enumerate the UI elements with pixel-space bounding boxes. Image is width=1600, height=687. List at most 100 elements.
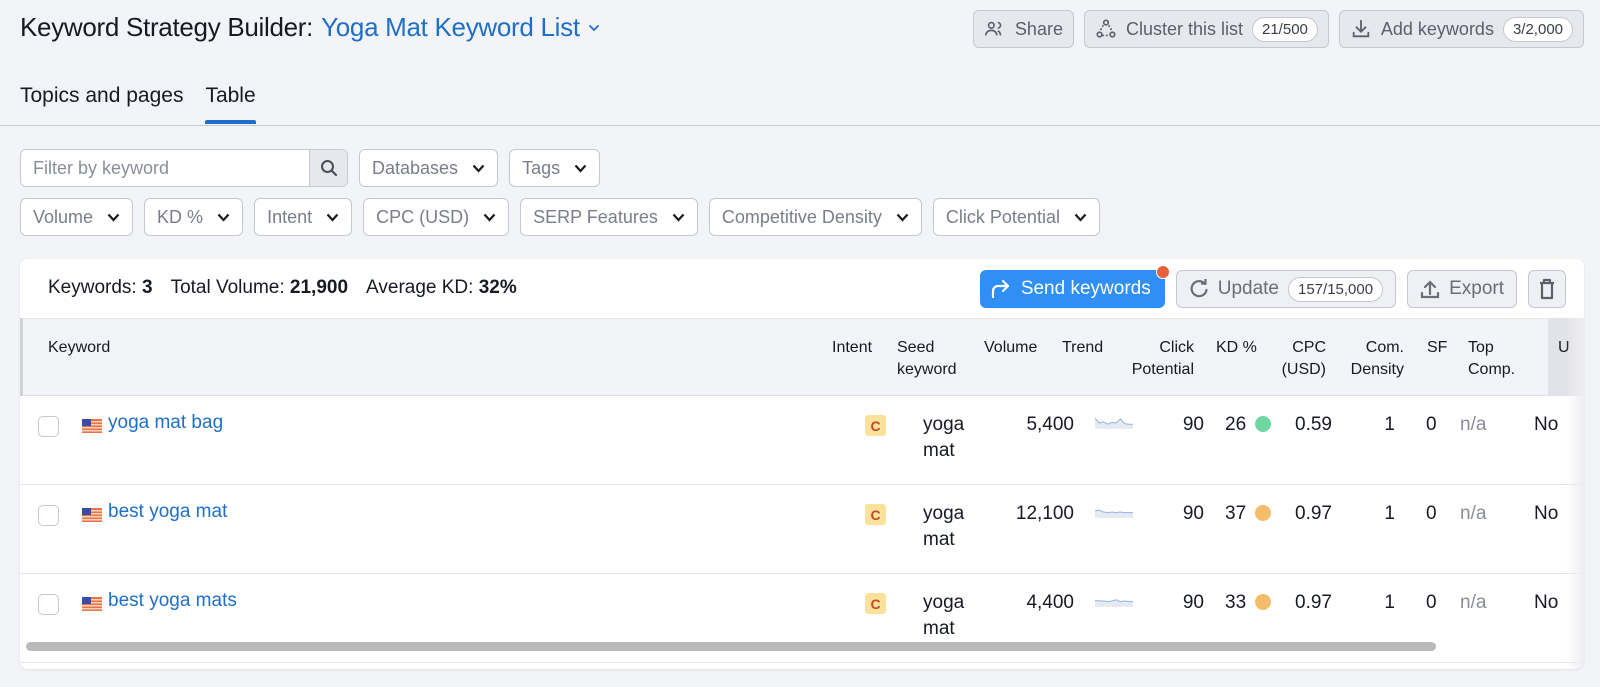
competitive-density-filter-label: Competitive Density (721, 206, 882, 227)
add-keywords-label: Add keywords (1380, 18, 1494, 39)
tags-dropdown[interactable]: Tags (509, 149, 601, 187)
chevron-down-icon[interactable] (588, 22, 600, 34)
trend-sparkline (1095, 509, 1133, 518)
filters-row-2: Volume KD % Intent CPC (USD) SERP Featur… (20, 198, 1100, 236)
click-potential-cell: 90 (1182, 592, 1204, 613)
page-title: Keyword Strategy Builder: Yoga Mat Keywo… (20, 12, 600, 43)
kd-cell: 33 (1225, 590, 1272, 616)
keyword-link[interactable]: yoga mat bag (108, 412, 223, 434)
kd-value: 37 (1225, 503, 1247, 524)
keyword-link[interactable]: best yoga mats (108, 590, 237, 612)
intent-filter-dropdown[interactable]: Intent (254, 198, 353, 236)
row-checkbox[interactable] (38, 594, 59, 615)
col-kd[interactable]: KD % (1216, 337, 1257, 359)
table-row: best yoga mat C yoga mat 12,100 90 37 0.… (20, 485, 1584, 574)
col-intent[interactable]: Intent (832, 337, 872, 359)
tags-label: Tags (522, 157, 561, 178)
kd-filter-dropdown[interactable]: KD % (144, 198, 244, 236)
cluster-icon (1096, 19, 1116, 38)
send-keywords-label: Send keywords (1020, 278, 1151, 299)
kd-value: 26 (1225, 414, 1247, 435)
average-kd-label: Average KD: (366, 277, 474, 298)
click-potential-filter-label: Click Potential (945, 206, 1060, 227)
export-label: Export (1449, 278, 1504, 299)
databases-label: Databases (372, 157, 459, 178)
com-density-cell: 1 (1384, 414, 1395, 435)
top-comp-cell: n/a (1460, 592, 1487, 613)
intent-filter-label: Intent (267, 206, 313, 227)
header-actions: Share Cluster this list 21/500 Add keywo… (972, 10, 1584, 48)
cpc-filter-dropdown[interactable]: CPC (USD) (363, 198, 510, 236)
users-icon (984, 21, 1002, 36)
list-name-dropdown[interactable]: Yoga Mat Keyword List (321, 12, 580, 43)
filter-by-keyword-input[interactable] (21, 150, 309, 186)
col-sf[interactable]: SF (1427, 337, 1447, 359)
col-top-comp[interactable]: Top Comp. (1468, 337, 1515, 381)
filters-row-1: Databases Tags (20, 149, 601, 187)
chevron-down-icon (472, 164, 485, 173)
table-actions: Send keywords Update 157/15,000 Export (979, 265, 1566, 308)
chevron-down-icon (896, 213, 909, 222)
top-comp-cell: n/a (1460, 503, 1487, 524)
serp-features-filter-dropdown[interactable]: SERP Features (520, 198, 698, 236)
select-all-checkbox-edge[interactable] (20, 318, 23, 396)
send-keywords-button[interactable]: Send keywords (979, 265, 1170, 308)
keyword-link[interactable]: best yoga mat (108, 501, 227, 523)
page-title-prefix: Keyword Strategy Builder: (20, 12, 314, 42)
row-checkbox[interactable] (38, 416, 59, 437)
update-button[interactable]: Update 157/15,000 (1175, 270, 1397, 308)
u-cell: No (1534, 503, 1559, 524)
scroll-fade (1566, 318, 1584, 669)
u-cell: No (1534, 592, 1559, 613)
share-arrow-icon (991, 279, 1009, 299)
kd-cell: 37 (1225, 501, 1272, 527)
cpc-cell: 0.97 (1295, 503, 1332, 524)
share-button[interactable]: Share (972, 10, 1074, 48)
share-label: Share (1014, 18, 1063, 39)
col-volume[interactable]: Volume (984, 337, 1037, 359)
keyword-filter (20, 149, 348, 187)
refresh-icon (1190, 279, 1208, 298)
horizontal-scrollbar[interactable] (26, 642, 1436, 651)
top-comp-cell: n/a (1460, 414, 1487, 435)
add-keywords-button[interactable]: Add keywords 3/2,000 (1338, 10, 1584, 48)
row-checkbox[interactable] (38, 505, 59, 526)
chevron-down-icon (483, 213, 496, 222)
keywords-count-value: 3 (141, 277, 153, 298)
col-com-density[interactable]: Com. Density (1340, 337, 1404, 381)
col-cpc[interactable]: CPC (USD) (1270, 337, 1326, 381)
keywords-table-card: Keywords: 3 Total Volume: 21,900 Average… (20, 259, 1584, 669)
keywords-count-label: Keywords: (48, 277, 137, 298)
notification-dot (1155, 265, 1170, 279)
trend-sparkline (1095, 417, 1133, 429)
cpc-cell: 0.59 (1295, 414, 1332, 435)
click-potential-filter-dropdown[interactable]: Click Potential (932, 198, 1100, 236)
com-density-cell: 1 (1384, 503, 1395, 524)
com-density-cell: 1 (1384, 592, 1395, 613)
cpc-filter-label: CPC (USD) (376, 206, 470, 227)
col-click-potential[interactable]: Click Potential (1120, 337, 1194, 381)
click-potential-cell: 90 (1182, 503, 1204, 524)
click-potential-cell: 90 (1182, 414, 1204, 435)
delete-button[interactable] (1528, 270, 1566, 308)
update-count-badge: 157/15,000 (1288, 276, 1384, 302)
chevron-down-icon (1074, 213, 1087, 222)
export-button[interactable]: Export (1407, 270, 1517, 308)
volume-filter-dropdown[interactable]: Volume (20, 198, 134, 236)
chevron-down-icon (326, 213, 339, 222)
cluster-list-button[interactable]: Cluster this list 21/500 (1083, 10, 1329, 48)
search-button[interactable] (309, 150, 347, 186)
databases-dropdown[interactable]: Databases (359, 149, 499, 187)
total-volume: Total Volume: 21,900 (171, 277, 348, 299)
intent-badge: C (865, 415, 886, 436)
tab-table[interactable]: Table (205, 84, 256, 124)
competitive-density-filter-dropdown[interactable]: Competitive Density (708, 198, 922, 236)
seed-keyword-cell: yoga mat (923, 592, 965, 639)
tab-topics-and-pages[interactable]: Topics and pages (20, 84, 183, 120)
volume-cell: 12,100 (1015, 503, 1074, 524)
col-trend[interactable]: Trend (1062, 337, 1103, 359)
trash-icon (1540, 278, 1554, 300)
cluster-label: Cluster this list (1125, 18, 1243, 39)
col-keyword[interactable]: Keyword (48, 337, 110, 359)
col-seed-keyword[interactable]: Seed keyword (897, 337, 957, 381)
